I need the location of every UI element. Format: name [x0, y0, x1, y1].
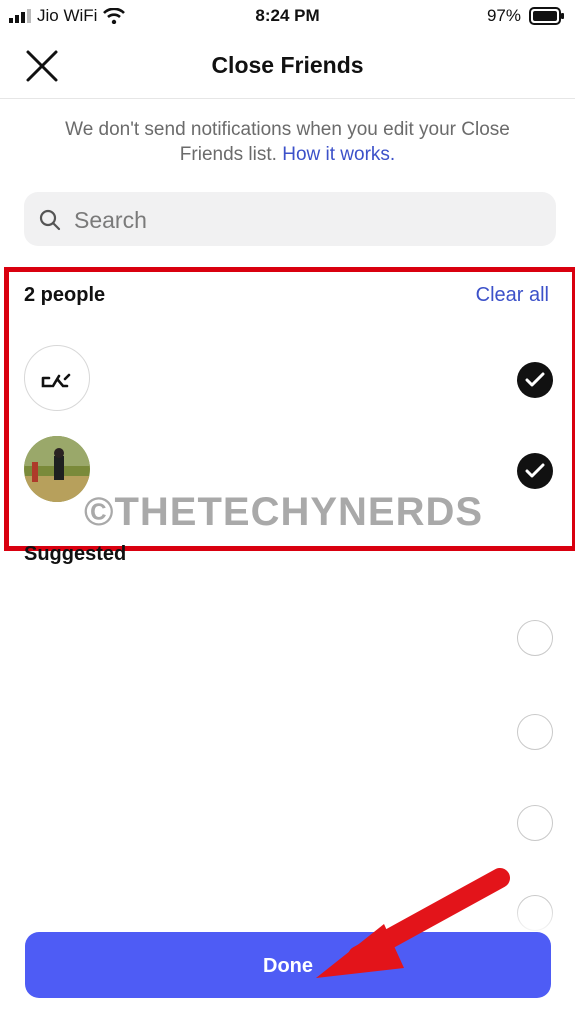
- checked-toggle[interactable]: [517, 362, 553, 398]
- battery-icon: [529, 7, 564, 25]
- info-text: We don't send notifications when you edi…: [40, 117, 535, 167]
- how-it-works-link[interactable]: How it works.: [282, 144, 395, 165]
- selected-count: 2 people: [24, 284, 106, 306]
- search-bar[interactable]: [24, 192, 556, 246]
- page-title: Close Friends: [211, 52, 364, 78]
- avatar: [24, 345, 90, 411]
- check-icon: [525, 463, 545, 478]
- logo-icon: [41, 373, 71, 388]
- annotation-arrow-icon: [316, 868, 510, 978]
- search-icon: [39, 209, 61, 231]
- top-bar: Close Friends: [0, 32, 575, 99]
- status-right: 97%: [487, 6, 565, 26]
- battery-percent: 97%: [486, 6, 521, 25]
- unchecked-toggle[interactable]: [517, 620, 553, 656]
- avatar: [24, 436, 90, 502]
- watermark: ©THETECHYNERDS: [84, 490, 484, 534]
- photo-icon: [24, 436, 90, 502]
- search-input[interactable]: [72, 202, 536, 238]
- check-icon: [525, 372, 545, 387]
- list-item[interactable]: [0, 345, 575, 415]
- unchecked-toggle[interactable]: [517, 805, 553, 841]
- unchecked-toggle[interactable]: [517, 714, 553, 750]
- checked-toggle[interactable]: [517, 453, 553, 489]
- status-bar: Jio WiFi 8:24 PM 97%: [0, 0, 575, 32]
- clear-all-button[interactable]: Clear all: [476, 284, 549, 307]
- suggested-heading: Suggested: [24, 543, 127, 565]
